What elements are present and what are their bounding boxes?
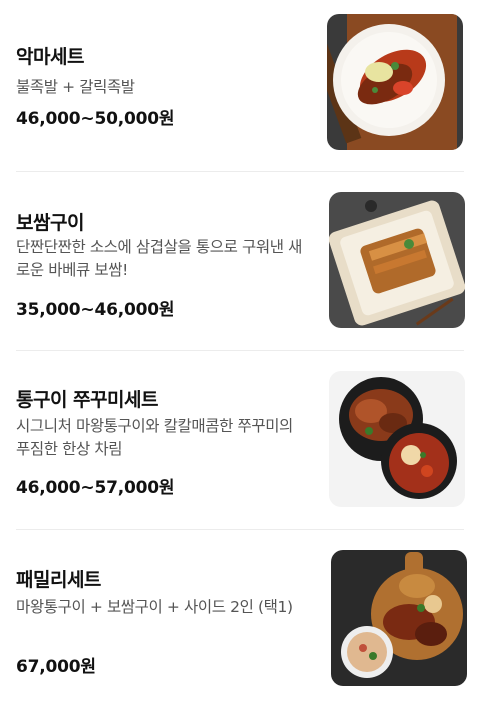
menu-list: 악마세트 불족발 + 갈릭족발 46,000~50,000원 보쌈구이 단짠단짠…	[0, 0, 480, 705]
menu-item-name: 악마세트	[16, 46, 84, 68]
menu-item-price: 35,000~46,000원	[16, 300, 175, 320]
pork-and-webfoot-octopus-photo	[329, 371, 465, 507]
menu-item-family-set[interactable]: 패밀리세트 마왕통구이 + 보쌈구이 + 사이드 2인 (택1) 67,000원	[0, 530, 480, 705]
menu-item-bossam-gui[interactable]: 보쌈구이 단짠단짠한 소스에 삼겹살을 통으로 구워낸 새로운 바베큐 보쌈! …	[0, 172, 480, 350]
menu-item-price: 46,000~50,000원	[16, 109, 175, 129]
menu-item-description: 불족발 + 갈릭족발	[16, 78, 135, 96]
menu-item-akma-set[interactable]: 악마세트 불족발 + 갈릭족발 46,000~50,000원	[0, 0, 480, 170]
menu-item-tonggui-jjukkumi-set[interactable]: 통구이 쭈꾸미세트 시그니처 마왕통구이와 칼칼매콤한 쭈꾸미의 푸짐한 한상 …	[0, 351, 480, 529]
family-set-board-photo	[331, 550, 467, 686]
menu-item-name: 통구이 쭈꾸미세트	[16, 389, 158, 411]
menu-item-name: 보쌈구이	[16, 212, 84, 234]
menu-item-description: 시그니처 마왕통구이와 칼칼매콤한 쭈꾸미의 푸짐한 한상 차림	[16, 417, 293, 458]
menu-item-description: 마왕통구이 + 보쌈구이 + 사이드 2인 (택1)	[16, 598, 293, 616]
grilled-bossam-tray-photo	[329, 192, 465, 328]
spicy-jokbal-plate-photo	[327, 14, 463, 150]
menu-item-name: 패밀리세트	[16, 569, 101, 591]
menu-item-price: 46,000~57,000원	[16, 478, 175, 498]
menu-item-price: 67,000원	[16, 657, 96, 677]
menu-item-description: 단짠단짠한 소스에 삼겹살을 통으로 구워낸 새로운 바베큐 보쌈!	[16, 238, 302, 279]
